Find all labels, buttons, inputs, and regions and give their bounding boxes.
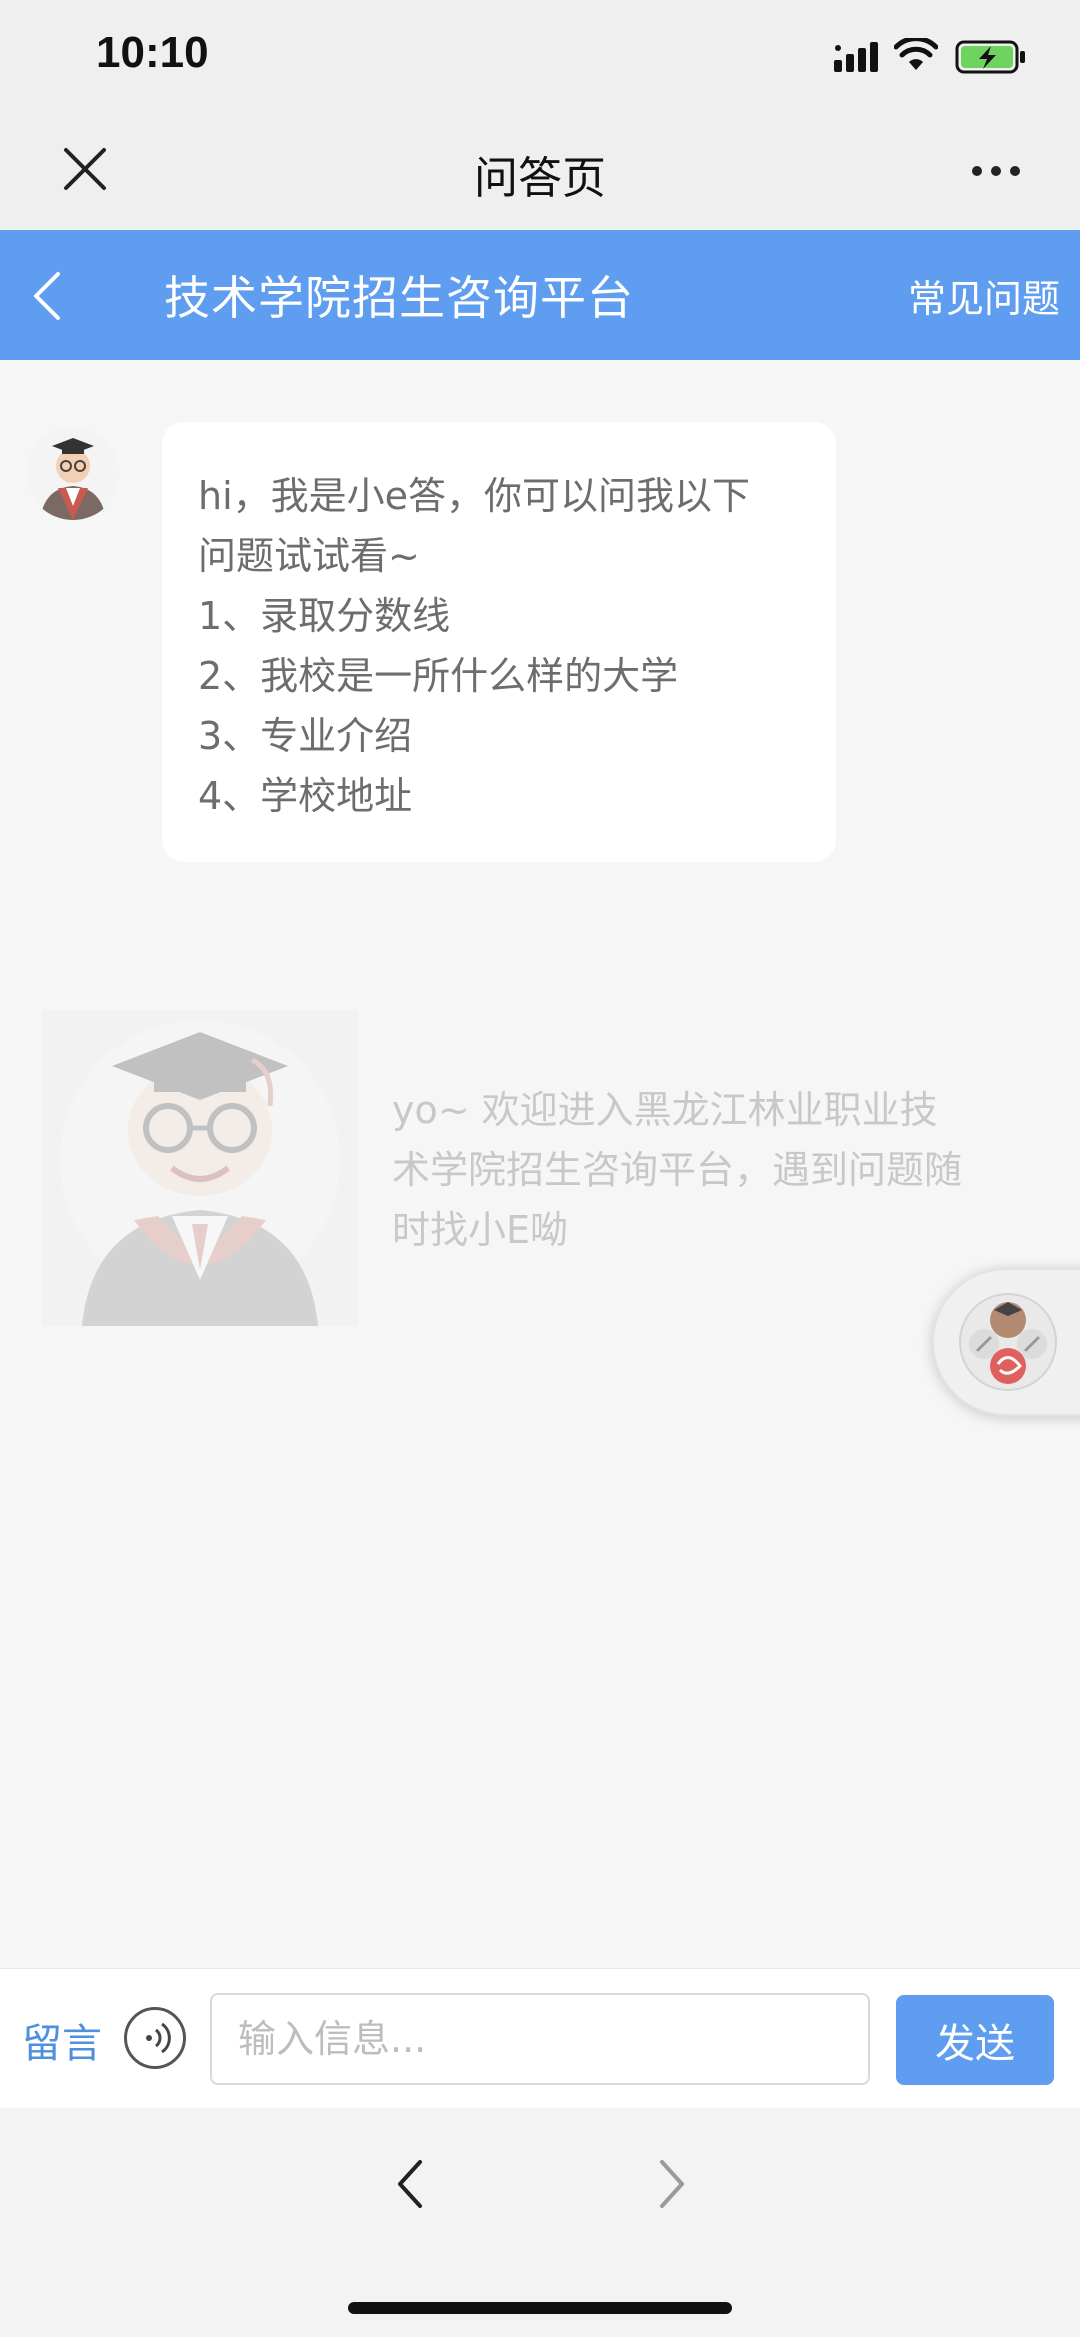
header-title: 技术学院招生咨询平台 xyxy=(164,271,634,325)
bot-message-option[interactable]: 2、我校是一所什么样的大学 xyxy=(198,646,800,706)
bot-avatar xyxy=(26,426,120,520)
bot-message-option[interactable]: 3、专业介绍 xyxy=(198,706,800,766)
bot-message-line: hi，我是小e答，你可以问我以下 xyxy=(198,474,751,518)
bot-message-line: 问题试试看~ xyxy=(198,534,420,578)
app-header: 技术学院招生咨询平台 常见问题 xyxy=(0,230,1080,360)
webview-nav-bar: 问答页 xyxy=(0,120,1080,230)
status-bar: 10:10 xyxy=(0,0,1080,120)
battery-charging-icon xyxy=(955,40,1025,74)
welcome-watermark: yo~ 欢迎进入黑龙江林业职业技 术学院招生咨询平台，遇到问题随 时找小E呦 xyxy=(392,1080,1032,1260)
voice-input-button[interactable] xyxy=(124,2007,186,2069)
leave-message-button[interactable]: 留言 xyxy=(22,2011,102,2069)
home-indicator[interactable] xyxy=(348,2302,732,2314)
browser-toolbar xyxy=(0,2108,1080,2337)
status-time: 10:10 xyxy=(96,28,209,77)
back-icon[interactable] xyxy=(28,266,68,326)
send-button[interactable]: 发送 xyxy=(896,1995,1054,2085)
bot-message-option[interactable]: 1、录取分数线 xyxy=(198,586,800,646)
bot-message-bubble: hi，我是小e答，你可以问我以下 问题试试看~ 1、录取分数线 2、我校是一所什… xyxy=(162,422,836,862)
message-input[interactable] xyxy=(210,1993,870,2085)
floating-assistant-widget[interactable] xyxy=(932,1268,1080,1416)
page-title: 问答页 xyxy=(474,153,606,204)
wifi-icon xyxy=(894,38,938,70)
chevron-right-icon[interactable] xyxy=(654,2154,690,2214)
faq-link[interactable]: 常见问题 xyxy=(908,268,1060,323)
voice-icon xyxy=(146,2022,171,2054)
graduate-avatar-icon xyxy=(26,426,120,520)
message-input-bar: 留言 发送 xyxy=(0,1968,1080,2108)
welcome-line: 时找小E呦 xyxy=(392,1208,569,1252)
assistant-share-icon xyxy=(959,1293,1057,1391)
welcome-line: 术学院招生咨询平台，遇到问题随 xyxy=(392,1148,963,1192)
chevron-left-icon[interactable] xyxy=(392,2154,428,2214)
bot-message-option[interactable]: 4、学校地址 xyxy=(198,766,800,826)
mascot-watermark-icon xyxy=(42,1010,358,1326)
welcome-line: yo~ 欢迎进入黑龙江林业职业技 xyxy=(392,1088,938,1132)
signal-icon xyxy=(834,42,878,72)
more-icon[interactable] xyxy=(970,164,1022,178)
